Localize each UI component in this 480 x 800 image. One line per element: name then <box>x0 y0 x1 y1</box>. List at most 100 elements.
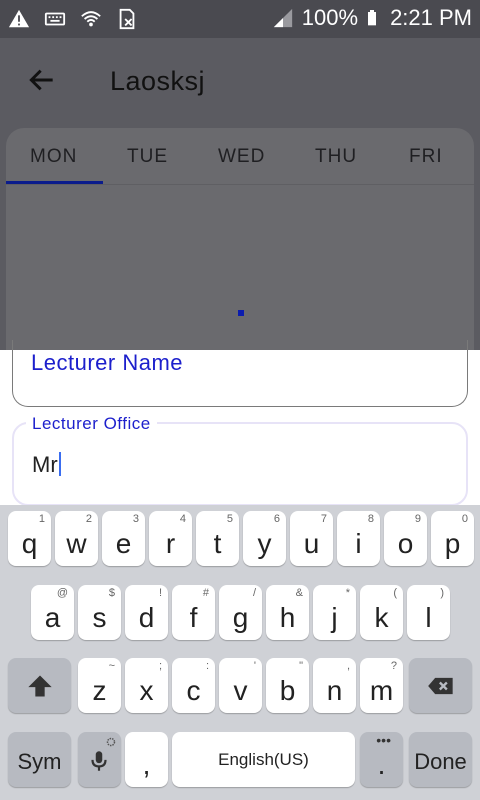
key-label: v <box>233 675 248 706</box>
lecturer-office-field[interactable]: Lecturer Office Mr <box>12 414 468 506</box>
key-label: Done <box>414 749 467 774</box>
on-screen-keyboard: 1q 2w 3e 4r 5t 6y 7u 8i 9o 0p @ a $ s ! d #… <box>0 505 480 800</box>
lecturer-office-value: Mr <box>32 452 58 477</box>
backspace-key[interactable] <box>409 658 472 713</box>
key-s[interactable]: $ s <box>78 585 121 640</box>
voice-key[interactable] <box>78 732 121 787</box>
key-hint: & <box>295 587 303 599</box>
space-key[interactable]: English(US) <box>172 732 355 787</box>
key-v[interactable]: ' v <box>219 658 262 713</box>
key-n[interactable]: ,n <box>313 658 356 713</box>
key-d[interactable]: ! d <box>125 585 168 640</box>
key-a[interactable]: @ a <box>31 585 74 640</box>
key-label: y <box>257 528 272 559</box>
key-z[interactable]: ~ z <box>78 658 121 713</box>
schedule-card: MON TUE WED THU FRI <box>6 128 474 350</box>
key-q[interactable]: 1q <box>8 511 51 566</box>
lecturer-office-input[interactable]: Mr <box>32 452 61 478</box>
status-bar: 100% 2:21 PM <box>0 0 480 38</box>
key-hint: ! <box>158 587 162 599</box>
key-label: x <box>139 675 154 706</box>
key-w[interactable]: 2w <box>55 511 98 566</box>
key-label: English(US) <box>218 750 309 769</box>
tab-indicator <box>6 181 103 184</box>
key-hint: ? <box>390 660 397 672</box>
key-label: w <box>66 528 87 559</box>
key-j[interactable]: * j <box>313 585 356 640</box>
lecturer-name-field[interactable]: Lecturer Name <box>12 340 468 407</box>
tab-mon[interactable]: MON <box>30 146 77 168</box>
key-hint: ) <box>440 587 444 599</box>
key-label: p <box>444 528 461 559</box>
key-x[interactable]: ; x <box>125 658 168 713</box>
key-o[interactable]: 9o <box>384 511 427 566</box>
key-hint: 2 <box>85 513 92 525</box>
key-hint: 7 <box>320 513 327 525</box>
key-u[interactable]: 7u <box>290 511 333 566</box>
tab-fri[interactable]: FRI <box>409 146 443 168</box>
key-hint: 1 <box>38 513 45 525</box>
key-hint: @ <box>56 587 68 599</box>
key-y[interactable]: 6y <box>243 511 286 566</box>
key-hint: 3 <box>132 513 139 525</box>
tab-thu[interactable]: THU <box>315 146 357 168</box>
key-t[interactable]: 5t <box>196 511 239 566</box>
add-lecture-sheet: Lecturer Name Lecturer Office Mr <box>0 340 480 506</box>
tab-wed[interactable]: WED <box>218 146 265 168</box>
key-label: q <box>21 528 38 559</box>
lecturer-office-label: Lecturer Office <box>26 414 157 434</box>
clock: 2:21 PM <box>390 5 472 30</box>
key-label: t <box>213 528 222 559</box>
back-arrow-icon[interactable] <box>26 64 58 96</box>
day-tabs: MON TUE WED THU FRI <box>6 128 474 185</box>
key-hint: ' <box>253 660 256 672</box>
key-label: j <box>331 602 338 633</box>
shift-key[interactable] <box>8 658 71 713</box>
key-i[interactable]: 8i <box>337 511 380 566</box>
period-key[interactable]: •••. <box>360 732 403 787</box>
key-label: i <box>355 528 362 559</box>
app-bar: Laosksj <box>0 38 480 124</box>
key-hint: # <box>202 587 209 599</box>
key-f[interactable]: # f <box>172 585 215 640</box>
microphone-icon <box>91 751 107 771</box>
key-label: c <box>186 675 201 706</box>
key-label: k <box>374 602 389 633</box>
key-e[interactable]: 3e <box>102 511 145 566</box>
key-label: l <box>425 602 432 633</box>
status-icons-right: 100% 2:21 PM <box>272 5 472 31</box>
key-r[interactable]: 4r <box>149 511 192 566</box>
tab-tue[interactable]: TUE <box>127 146 168 168</box>
key-label: n <box>326 675 343 706</box>
key-hint: * <box>345 587 350 599</box>
key-g[interactable]: / g <box>219 585 262 640</box>
key-hint: " <box>299 660 303 672</box>
key-hint: 8 <box>367 513 374 525</box>
key-label: s <box>92 602 107 633</box>
backspace-icon <box>428 677 453 695</box>
done-key[interactable]: Done <box>409 732 472 787</box>
key-c[interactable]: :c <box>172 658 215 713</box>
key-hint: 5 <box>226 513 233 525</box>
key-m[interactable]: ? m <box>360 658 403 713</box>
key-label: e <box>115 528 132 559</box>
status-icons-left <box>8 8 138 30</box>
key-h[interactable]: & h <box>266 585 309 640</box>
key-b[interactable]: " b <box>266 658 309 713</box>
keyboard-icon <box>44 12 66 26</box>
key-p[interactable]: 0p <box>431 511 474 566</box>
key-k[interactable]: (k <box>360 585 403 640</box>
comma-key[interactable]: , <box>125 732 168 787</box>
wifi-icon <box>81 11 101 27</box>
battery-icon <box>368 10 377 26</box>
key-hint: 9 <box>414 513 421 525</box>
warning-icon <box>8 9 30 28</box>
sim-icon <box>119 8 135 30</box>
key-l[interactable]: ) l <box>407 585 450 640</box>
sym-key[interactable]: Sym <box>8 732 71 787</box>
loading-indicator <box>238 310 244 316</box>
key-label: Sym <box>17 749 62 774</box>
key-hint: ; <box>158 660 162 672</box>
key-label: r <box>165 528 176 559</box>
settings-icon <box>106 737 116 747</box>
